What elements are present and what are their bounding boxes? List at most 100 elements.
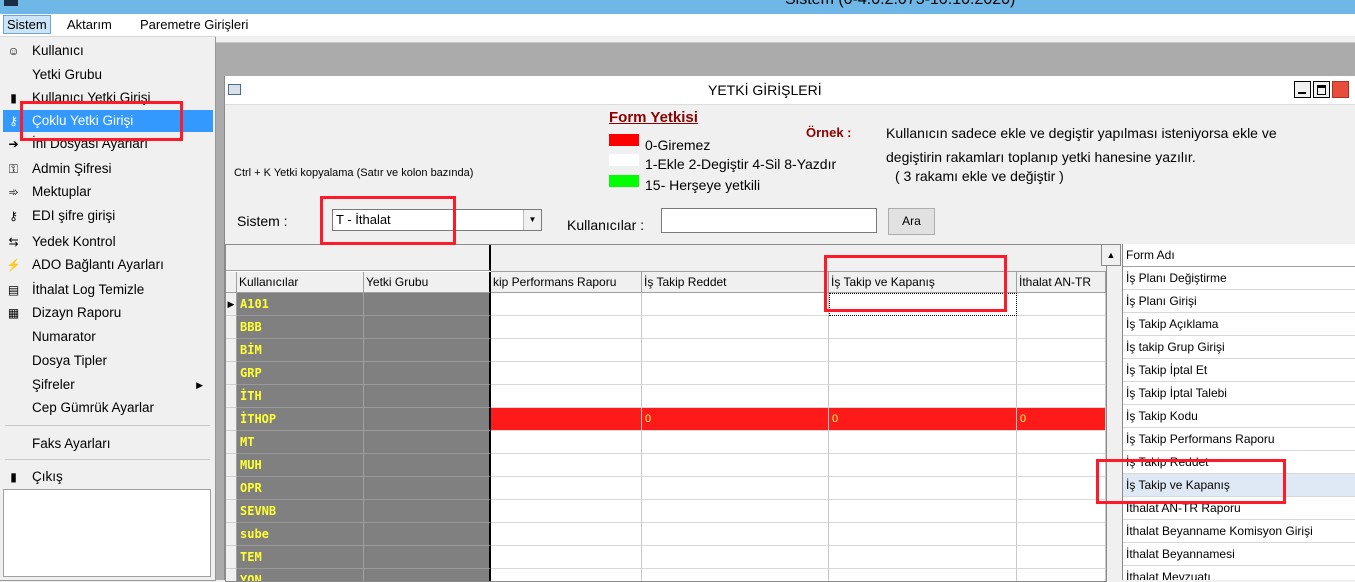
yetki-grubu-cell[interactable] xyxy=(364,431,491,454)
permission-cell[interactable] xyxy=(829,431,1017,454)
permission-cell-focused[interactable] xyxy=(829,293,1017,316)
window-icon[interactable] xyxy=(228,84,241,95)
permission-cell[interactable] xyxy=(1017,385,1106,408)
list-item[interactable]: İthalat Beyannamesi xyxy=(1123,543,1355,566)
permission-cell[interactable] xyxy=(1017,293,1106,316)
menu-item-edi-sifre-girisi[interactable]: ⚷ EDI şifre girişi xyxy=(3,205,213,227)
table-row[interactable]: GRP xyxy=(226,362,1106,385)
list-item[interactable]: İş Takip Reddet xyxy=(1123,451,1355,474)
list-item[interactable]: İş Takip Açıklama xyxy=(1123,313,1355,336)
chevron-down-icon[interactable]: ▼ xyxy=(523,210,541,230)
menu-item-dizayn-raporu[interactable]: ▦ Dizayn Raporu xyxy=(3,302,213,324)
permission-cell[interactable] xyxy=(829,385,1017,408)
user-code-cell[interactable]: BİM xyxy=(237,339,364,362)
table-row[interactable]: BİM xyxy=(226,339,1106,362)
permission-cell[interactable] xyxy=(642,523,829,546)
yetki-grubu-cell[interactable] xyxy=(364,362,491,385)
user-code-cell[interactable]: İTH xyxy=(237,385,364,408)
permission-cell[interactable] xyxy=(642,293,829,316)
list-item[interactable]: İş Planı Değiştirme xyxy=(1123,267,1355,290)
permission-cell[interactable] xyxy=(491,431,642,454)
permission-cell[interactable] xyxy=(491,569,642,581)
permission-cell[interactable] xyxy=(829,339,1017,362)
menu-item-yedek-kontrol[interactable]: ⇆ Yedek Kontrol xyxy=(3,231,213,253)
form-list-header[interactable]: Form Adı xyxy=(1123,244,1355,267)
column-header-yetki-grubu[interactable]: Yetki Grubu xyxy=(364,272,491,293)
permission-cell[interactable] xyxy=(1017,500,1106,523)
permission-cell[interactable] xyxy=(642,339,829,362)
yetki-grubu-cell[interactable] xyxy=(364,385,491,408)
permission-cell[interactable] xyxy=(1017,316,1106,339)
permission-cell[interactable] xyxy=(491,500,642,523)
yetki-grubu-cell[interactable] xyxy=(364,408,491,431)
permission-cell[interactable] xyxy=(642,431,829,454)
menu-item-ini-dosyasi-ayarlari[interactable]: ➔ İni Dosyası Ayarları xyxy=(3,133,213,155)
permission-cell[interactable] xyxy=(829,569,1017,581)
minimize-button[interactable] xyxy=(1294,81,1311,98)
permission-cell[interactable] xyxy=(1017,546,1106,569)
column-header-is-takip-reddet[interactable]: İş Takip Reddet xyxy=(642,272,829,293)
list-item[interactable]: İş Takip İptal Talebi xyxy=(1123,382,1355,405)
permission-cell[interactable] xyxy=(829,500,1017,523)
column-header-ithalat-an-tr[interactable]: İthalat AN-TR xyxy=(1017,272,1106,293)
permission-cell[interactable] xyxy=(491,316,642,339)
user-code-cell[interactable]: BBB xyxy=(237,316,364,339)
permission-cell[interactable] xyxy=(491,523,642,546)
list-item[interactable]: İthalat Beyanname Komisyon Girişi xyxy=(1123,520,1355,543)
permission-cell[interactable] xyxy=(829,362,1017,385)
list-item[interactable]: İthalat AN-TR Raporu xyxy=(1123,497,1355,520)
user-code-cell[interactable]: YON xyxy=(237,569,364,581)
permission-cell[interactable] xyxy=(491,385,642,408)
permission-cell[interactable] xyxy=(491,454,642,477)
sistem-combobox[interactable]: T - İthalat ▼ xyxy=(332,209,542,231)
permission-cell[interactable] xyxy=(642,477,829,500)
yetki-grubu-cell[interactable] xyxy=(364,316,491,339)
column-header-is-takip-ve-kapanis[interactable]: İş Takip ve Kapanış xyxy=(829,272,1017,293)
menu-item-ado-baglanti-ayarlari[interactable]: ⚡ ADO Bağlantı Ayarları xyxy=(3,254,213,276)
yetki-grubu-cell[interactable] xyxy=(364,523,491,546)
permission-cell[interactable] xyxy=(1017,454,1106,477)
menu-sistem[interactable]: Sistem xyxy=(3,15,51,34)
permission-cell[interactable] xyxy=(829,454,1017,477)
permission-cell[interactable] xyxy=(829,523,1017,546)
scroll-up-button[interactable]: ▲ xyxy=(1101,244,1121,266)
yetki-grubu-cell[interactable] xyxy=(364,477,491,500)
list-item[interactable]: İş Planı Girişi xyxy=(1123,290,1355,313)
table-row[interactable]: OPR xyxy=(226,477,1106,500)
app-icon[interactable] xyxy=(4,0,18,6)
column-header-kullanicilar[interactable]: Kullanıcılar xyxy=(237,272,364,293)
permission-cell[interactable] xyxy=(642,569,829,581)
table-row[interactable]: SEVNB xyxy=(226,500,1106,523)
column-header-performans-raporu[interactable]: kip Performans Raporu xyxy=(491,272,642,293)
menu-item-admin-sifresi[interactable]: ⚿ Admin Şifresi xyxy=(3,158,213,180)
yetki-grubu-cell[interactable] xyxy=(364,293,491,316)
permission-cell[interactable] xyxy=(491,339,642,362)
menu-item-ithalat-log-temizle[interactable]: ▤ İthalat Log Temizle xyxy=(3,279,213,301)
list-item[interactable]: İş Takip İptal Et xyxy=(1123,359,1355,382)
table-row[interactable]: İTHOP 0 0 0 xyxy=(226,408,1106,431)
permission-cell[interactable] xyxy=(1017,523,1106,546)
user-code-cell[interactable]: GRP xyxy=(237,362,364,385)
kullanicilar-input[interactable] xyxy=(661,208,877,233)
user-code-cell[interactable]: A101 xyxy=(237,293,364,316)
menu-item-coklu-yetki-girisi[interactable]: ⚷ Çoklu Yetki Girişi xyxy=(3,110,213,132)
user-code-cell[interactable]: SEVNB xyxy=(237,500,364,523)
list-item[interactable]: İthalat Mevzuatı xyxy=(1123,566,1355,580)
menu-item-yetki-grubu[interactable]: Yetki Grubu xyxy=(3,64,213,86)
user-code-cell[interactable]: OPR xyxy=(237,477,364,500)
menu-item-dosya-tipler[interactable]: Dosya Tipler xyxy=(3,350,213,372)
table-row[interactable]: YON xyxy=(226,569,1106,581)
menu-item-numarator[interactable]: Numarator xyxy=(3,326,213,348)
maximize-button[interactable] xyxy=(1313,81,1330,98)
permission-cell[interactable] xyxy=(1017,431,1106,454)
list-item[interactable]: İş Takip Kodu xyxy=(1123,405,1355,428)
user-code-cell[interactable]: MT xyxy=(237,431,364,454)
close-button[interactable] xyxy=(1332,81,1349,98)
permission-cell[interactable] xyxy=(491,546,642,569)
permission-cell[interactable] xyxy=(491,362,642,385)
yetki-grubu-cell[interactable] xyxy=(364,546,491,569)
menu-item-mektuplar[interactable]: ➾ Mektuplar xyxy=(3,181,213,203)
menu-parametre-girisleri[interactable]: Paremetre Girişleri xyxy=(137,16,251,33)
permission-cell[interactable] xyxy=(491,293,642,316)
permission-cell[interactable] xyxy=(829,316,1017,339)
